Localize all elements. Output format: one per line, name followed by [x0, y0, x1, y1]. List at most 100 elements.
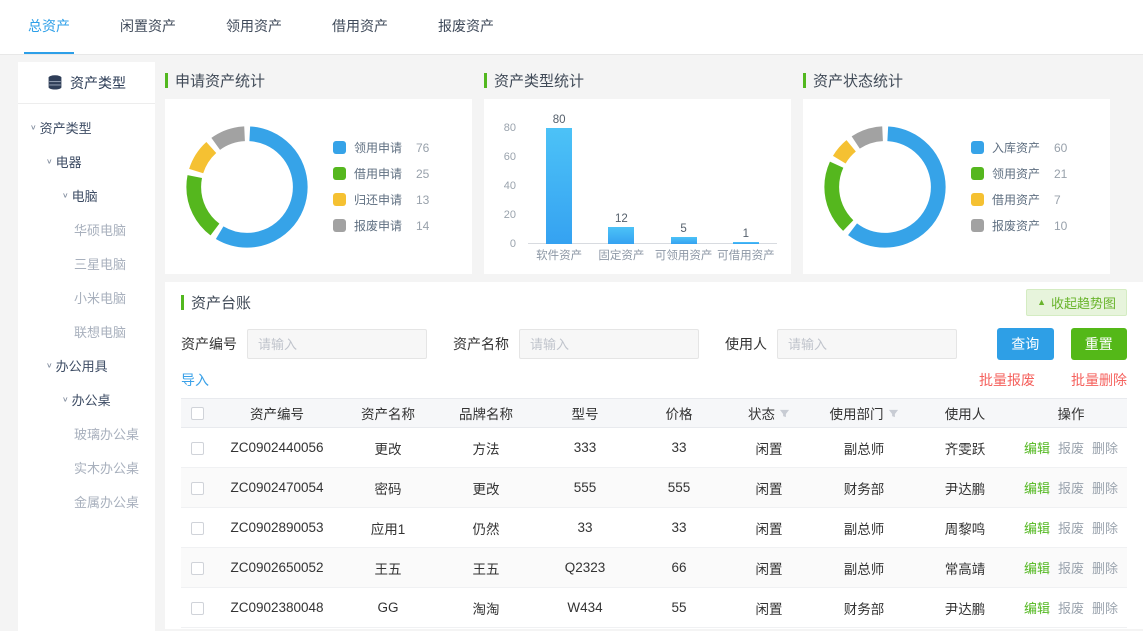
filter-label: 使用人	[725, 334, 767, 354]
chevron-down-icon: ∨	[46, 157, 53, 166]
edit-link[interactable]: 编辑	[1024, 518, 1050, 537]
legend-item[interactable]: 报废资产10	[971, 217, 1067, 234]
edit-link[interactable]: 编辑	[1024, 558, 1050, 577]
x-axis-label: 可借用资产	[717, 244, 775, 266]
cell-status: 闲置	[725, 518, 813, 538]
tree-item[interactable]: ∨ 电脑	[18, 178, 155, 212]
cell-price: 66	[633, 560, 725, 575]
collapse-trend-button[interactable]: ▲ 收起趋势图	[1026, 289, 1127, 316]
tab[interactable]: 报废资产	[434, 0, 498, 54]
legend-item[interactable]: 借用资产7	[971, 191, 1067, 208]
legend-item[interactable]: 借用申请25	[333, 165, 429, 182]
cell-code: ZC0902380048	[213, 600, 341, 615]
search-filter-row: 资产编号 资产名称 使用人 查询 重置	[181, 328, 1127, 360]
import-link[interactable]: 导入	[181, 370, 209, 390]
filter-input[interactable]	[519, 329, 699, 359]
donut-chart: 入库资产60 领用资产21 借用资产7 报废资产10	[803, 99, 1110, 274]
table-row: ZC0902440056更改方法33333闲置副总师齐雯跃编辑报废删除	[181, 428, 1127, 468]
tree-item[interactable]: 金属办公桌	[18, 484, 155, 518]
cell-status: 闲置	[725, 598, 813, 618]
edit-link[interactable]: 编辑	[1024, 598, 1050, 617]
ledger-title-row: 资产台账	[181, 292, 251, 312]
tree-item[interactable]: 玻璃办公桌	[18, 416, 155, 450]
search-button[interactable]: 查询	[997, 328, 1054, 360]
legend-label: 报废资产	[992, 217, 1054, 234]
scrap-link[interactable]: 报废	[1058, 558, 1084, 577]
cell-model: Q2323	[537, 560, 633, 575]
tree-item[interactable]: ∨ 资产类型	[18, 110, 155, 144]
row-checkbox[interactable]	[191, 442, 204, 455]
tree-item[interactable]: ∨ 办公桌	[18, 382, 155, 416]
scrap-link[interactable]: 报废	[1058, 518, 1084, 537]
tab[interactable]: 借用资产	[328, 0, 392, 54]
asset-table: 资产编号资产名称品牌名称型号价格状态使用部门使用人操作 ZC0902440056…	[181, 398, 1127, 628]
tree-item[interactable]: 小米电脑	[18, 280, 155, 314]
table-body: ZC0902440056更改方法33333闲置副总师齐雯跃编辑报废删除 ZC090…	[181, 428, 1127, 628]
table-header-row: 资产编号资产名称品牌名称型号价格状态使用部门使用人操作	[181, 398, 1127, 428]
chevron-down-icon: ∨	[30, 123, 37, 132]
row-actions: 编辑报废删除	[1015, 438, 1127, 457]
row-checkbox[interactable]	[191, 562, 204, 575]
tree-item-label: 办公用具	[56, 356, 108, 375]
sidebar: 资产类型 ∨ 资产类型 ∨ 电器 ∨ 电脑 华硕电脑 三星电脑 小米电脑 联想电…	[18, 62, 155, 631]
row-checkbox[interactable]	[191, 482, 204, 495]
cell-model: 33	[537, 520, 633, 535]
filter-input[interactable]	[777, 329, 957, 359]
filter-input[interactable]	[247, 329, 427, 359]
delete-link[interactable]: 删除	[1092, 518, 1118, 537]
reset-button[interactable]: 重置	[1071, 328, 1128, 360]
table-links-row: 导入 批量报废 批量删除	[181, 370, 1127, 390]
cell-name: 密码	[341, 478, 435, 498]
delete-link[interactable]: 删除	[1092, 478, 1118, 497]
delete-link[interactable]: 删除	[1092, 438, 1118, 457]
cell-name: GG	[341, 600, 435, 615]
legend-item[interactable]: 领用申请76	[333, 139, 429, 156]
scrap-link[interactable]: 报废	[1058, 438, 1084, 457]
legend-item[interactable]: 归还申请13	[333, 191, 429, 208]
legend-item[interactable]: 报废申请14	[333, 217, 429, 234]
bar-column: 5可领用资产	[653, 109, 715, 266]
tree-item[interactable]: ∨ 办公用具	[18, 348, 155, 382]
tab[interactable]: 领用资产	[222, 0, 286, 54]
tree-item-label: 玻璃办公桌	[74, 424, 139, 443]
chart-legend: 入库资产60 领用资产21 借用资产7 报废资产10	[971, 139, 1067, 234]
tree-item[interactable]: ∨ 电器	[18, 144, 155, 178]
filter-funnel-icon[interactable]	[779, 408, 790, 419]
sidebar-header: 资产类型	[18, 62, 155, 104]
delete-link[interactable]: 删除	[1092, 558, 1118, 577]
cell-price: 33	[633, 520, 725, 535]
table-row: ZC0902380048GG淘淘W43455闲置财务部尹达鹏编辑报废删除	[181, 588, 1127, 628]
tree-item[interactable]: 三星电脑	[18, 246, 155, 280]
row-checkbox[interactable]	[191, 522, 204, 535]
chart-title: 申请资产统计	[175, 70, 265, 91]
column-header: 使用部门	[813, 403, 915, 423]
tab[interactable]: 闲置资产	[116, 0, 180, 54]
edit-link[interactable]: 编辑	[1024, 438, 1050, 457]
select-all-checkbox[interactable]	[191, 407, 204, 420]
scrap-link[interactable]: 报废	[1058, 478, 1084, 497]
batch-scrap-link[interactable]: 批量报废	[979, 370, 1035, 390]
legend-item[interactable]: 领用资产21	[971, 165, 1067, 182]
tree-item-label: 办公桌	[72, 390, 111, 409]
tree-item[interactable]: 实木办公桌	[18, 450, 155, 484]
cell-user: 常高靖	[915, 558, 1015, 578]
delete-link[interactable]: 删除	[1092, 598, 1118, 617]
tab[interactable]: 总资产	[24, 0, 74, 54]
chart-section: 资产状态统计入库资产60领用资产21借用资产7报废资产10	[803, 70, 1110, 274]
row-checkbox[interactable]	[191, 602, 204, 615]
edit-link[interactable]: 编辑	[1024, 478, 1050, 497]
column-header: 使用人	[915, 403, 1015, 423]
scrap-link[interactable]: 报废	[1058, 598, 1084, 617]
tree-item-label: 电器	[56, 152, 82, 171]
legend-item[interactable]: 入库资产60	[971, 139, 1067, 156]
row-actions: 编辑报废删除	[1015, 598, 1127, 617]
tree-item[interactable]: 联想电脑	[18, 314, 155, 348]
row-checkbox-cell	[181, 560, 213, 575]
donut-ring	[179, 119, 315, 255]
tab-label: 闲置资产	[120, 16, 176, 36]
title-accent-bar	[803, 73, 806, 88]
filter-funnel-icon[interactable]	[888, 408, 899, 419]
tree-item[interactable]: 华硕电脑	[18, 212, 155, 246]
legend-value: 7	[1054, 193, 1061, 207]
batch-delete-link[interactable]: 批量删除	[1071, 370, 1127, 390]
